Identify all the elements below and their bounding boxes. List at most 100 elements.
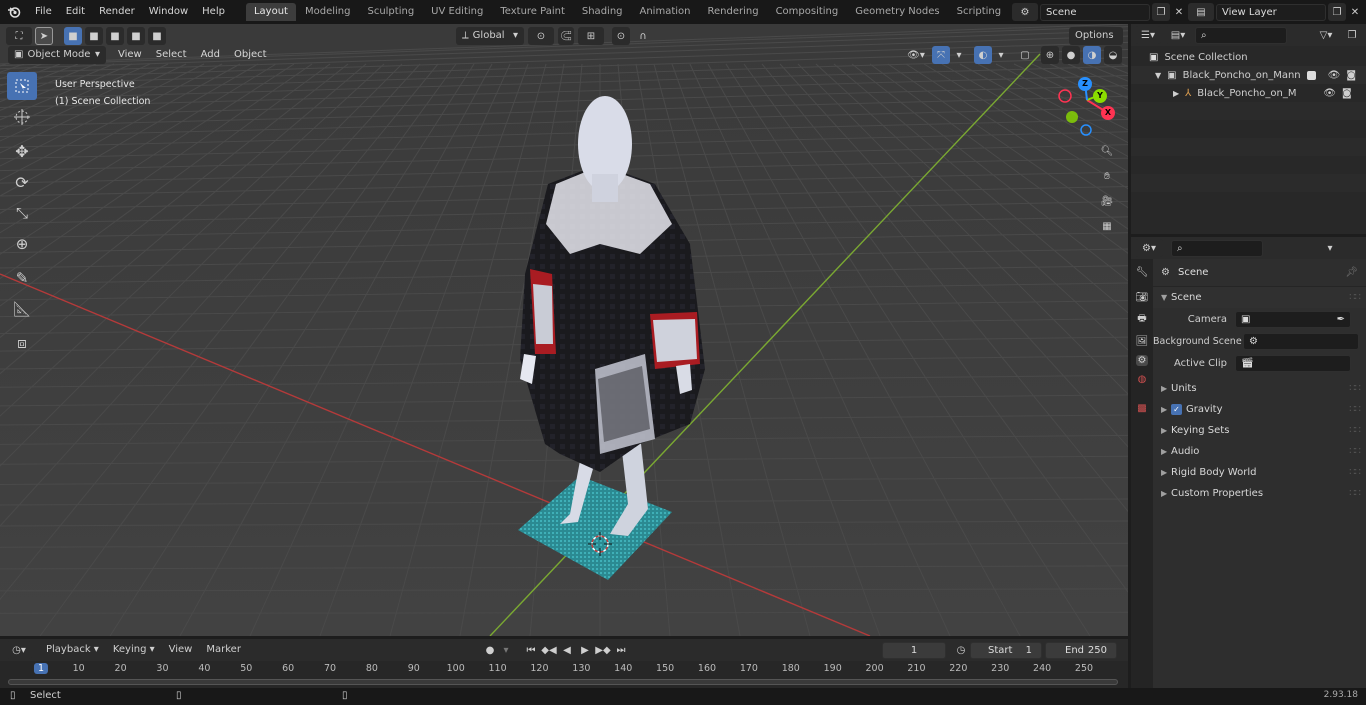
tab-modeling[interactable]: Modeling — [297, 3, 359, 21]
timeline-scrollbar[interactable] — [8, 679, 1118, 685]
jump-end-icon[interactable]: ⏭ — [612, 641, 630, 659]
blender-logo-icon[interactable] — [0, 5, 28, 19]
output-tab-icon[interactable]: 🖶 — [1137, 311, 1146, 328]
rendered-shading-icon[interactable]: ◒ — [1104, 46, 1122, 64]
active-clip-field[interactable]: 🎬︎ — [1235, 354, 1351, 372]
mode-subtract-icon[interactable]: ■ — [106, 27, 124, 45]
outliner-search-input[interactable]: ⌕ — [1195, 26, 1287, 44]
timeline-menu-view[interactable]: View — [163, 641, 199, 659]
tab-layout[interactable]: Layout — [245, 3, 296, 21]
render-camera-icon[interactable]: ◙ — [1342, 88, 1352, 99]
disclosure-triangle-icon[interactable]: ▼ — [1155, 71, 1161, 80]
start-frame-field[interactable]: Start 1 — [970, 641, 1042, 659]
tab-geometry-nodes[interactable]: Geometry Nodes — [847, 3, 947, 21]
menu-edit[interactable]: Edit — [59, 0, 92, 24]
solid-shading-icon[interactable]: ● — [1062, 46, 1080, 64]
gizmo-toggle-icon[interactable]: ⤧ — [932, 46, 950, 64]
annotate-tool-icon[interactable]: ✎ — [7, 264, 37, 292]
timeline-editor-type-icon[interactable]: ◷▾ — [6, 641, 32, 659]
delete-view-layer-icon[interactable]: ✕ — [1346, 3, 1364, 21]
pin-icon[interactable]: 📌︎ — [1345, 267, 1358, 278]
perspective-toggle-icon[interactable]: ▦ — [1098, 217, 1116, 235]
display-mode-icon[interactable]: ▤▾ — [1165, 26, 1191, 44]
timeline-menu-playback[interactable]: Playback ▾ — [40, 641, 105, 659]
timeline-menu-marker[interactable]: Marker — [200, 641, 247, 659]
mode-intersect-icon[interactable]: ■ — [148, 27, 166, 45]
filter-icon[interactable]: ▽▾ — [1313, 26, 1339, 44]
panel-gravity[interactable]: ▶ ✓ Gravity ∷∷ — [1153, 399, 1366, 420]
render-tab-icon[interactable]: 📷︎ — [1136, 292, 1149, 303]
gizmo-x-label[interactable]: X — [1101, 106, 1115, 120]
options-dropdown[interactable]: Options ▾ — [1069, 27, 1123, 59]
editor-type-icon[interactable]: ⛶ — [6, 27, 32, 45]
menu-file[interactable]: File — [28, 0, 59, 24]
background-scene-field[interactable]: ⚙ — [1243, 332, 1359, 350]
viewport-menu-add[interactable]: Add — [195, 46, 226, 64]
properties-options-icon[interactable]: ▾ — [1321, 239, 1339, 257]
scene-panel-header[interactable]: ▼ Scene ∷∷ — [1153, 287, 1366, 308]
pivot-point-icon[interactable]: ⊙ — [528, 27, 554, 45]
next-keyframe-icon[interactable]: ▶◆ — [594, 641, 612, 659]
properties-search-input[interactable]: ⌕ — [1171, 239, 1263, 257]
eyedropper-icon[interactable]: ✒ — [1337, 312, 1345, 327]
view-layer-field[interactable]: View Layer — [1216, 3, 1326, 21]
scale-tool-icon[interactable]: ⤡ — [7, 199, 37, 227]
mode-invert-icon[interactable]: ■ — [127, 27, 145, 45]
world-tab-icon[interactable]: ◍ — [1138, 374, 1147, 385]
mode-new-icon[interactable]: ■ — [64, 27, 82, 45]
tab-shading[interactable]: Shading — [574, 3, 631, 21]
eye-icon[interactable]: 👁︎ — [1323, 88, 1336, 99]
exclude-checkbox-icon[interactable] — [1306, 70, 1316, 80]
preview-range-icon[interactable]: ◷ — [952, 641, 970, 659]
snap-toggle-icon[interactable]: 🧲︎ — [558, 27, 574, 45]
panel-keying-sets[interactable]: ▶ Keying Sets ∷∷ — [1153, 420, 1366, 441]
viewport-menu-select[interactable]: Select — [150, 46, 193, 64]
properties-editor-type-icon[interactable]: ⚙▾ — [1135, 239, 1163, 257]
zoom-icon[interactable]: 🔍︎ — [1098, 142, 1116, 160]
overlay-toggle-icon[interactable]: ◐ — [974, 46, 992, 64]
view-layer-tab-icon[interactable]: 🖼︎ — [1136, 336, 1149, 347]
prev-keyframe-icon[interactable]: ◆◀ — [540, 641, 558, 659]
menu-render[interactable]: Render — [92, 0, 142, 24]
auto-keying-icon[interactable]: ● — [481, 641, 499, 659]
overlay-dropdown-icon[interactable]: ▾ — [995, 46, 1007, 64]
tool-tab-icon[interactable]: 🔧︎ — [1136, 267, 1149, 278]
play-reverse-icon[interactable]: ◀ — [558, 641, 576, 659]
keying-dropdown-icon[interactable]: ▾ — [500, 641, 512, 659]
disclosure-triangle-icon[interactable]: ▶ — [1173, 89, 1179, 98]
panel-audio[interactable]: ▶ Audio ∷∷ — [1153, 441, 1366, 462]
frame-ruler[interactable]: 1 10 20 30 40 50 60 70 80 90 100 110 120 130 140 150 160… — [0, 661, 1128, 677]
outliner-row-scene-collection[interactable]: ▣ Scene Collection — [1131, 48, 1366, 66]
viewport-menu-object[interactable]: Object — [228, 46, 273, 64]
scene-field[interactable]: Scene — [1040, 3, 1150, 21]
pan-hand-icon[interactable]: ✋︎ — [1098, 167, 1116, 185]
shading-dropdown-icon[interactable]: ▾ — [1125, 46, 1128, 64]
measure-tool-icon[interactable]: 📐︎ — [7, 295, 37, 323]
xray-toggle-icon[interactable]: ▢ — [1016, 46, 1034, 64]
new-scene-icon[interactable]: ❐ — [1152, 3, 1170, 21]
jump-start-icon[interactable]: ⏮ — [522, 641, 540, 659]
menu-window[interactable]: Window — [142, 0, 195, 24]
gizmo-z-label[interactable]: Z — [1078, 77, 1092, 91]
outliner-row-object[interactable]: ▶ ⅄ Black_Poncho_on_Manne 👁︎ ◙ — [1131, 84, 1366, 102]
tab-uv-editing[interactable]: UV Editing — [423, 3, 491, 21]
render-camera-icon[interactable]: ◙ — [1346, 70, 1356, 81]
panel-custom-properties[interactable]: ▶ Custom Properties ∷∷ — [1153, 483, 1366, 504]
tab-rendering[interactable]: Rendering — [699, 3, 766, 21]
gravity-checkbox[interactable]: ✓ — [1171, 404, 1182, 415]
scene-tab-icon[interactable]: ⚙ — [1135, 355, 1149, 366]
panel-units[interactable]: ▶ Units ∷∷ — [1153, 378, 1366, 399]
view-layer-browse-icon[interactable]: ▤ — [1188, 3, 1214, 21]
visibility-dropdown-icon[interactable]: 👁︎▾ — [903, 46, 929, 64]
current-frame-field[interactable]: 1 — [882, 641, 946, 659]
transform-orientation-dropdown[interactable]: ⟂ Global ▾ — [456, 27, 524, 45]
end-frame-field[interactable]: End 250 — [1045, 641, 1117, 659]
wireframe-shading-icon[interactable]: ⊕ — [1041, 46, 1059, 64]
add-cube-tool-icon[interactable]: ⧈ — [7, 329, 37, 357]
outliner-row-collection[interactable]: ▼ ▣ Black_Poncho_on_Mannequin 👁︎ ◙ — [1131, 66, 1366, 84]
scene-browse-icon[interactable]: ⚙ — [1012, 3, 1038, 21]
transform-tool-icon[interactable]: ⊕ — [7, 230, 37, 258]
camera-field[interactable]: ▣ ✒ — [1235, 310, 1351, 328]
timeline-menu-keying[interactable]: Keying ▾ — [107, 641, 161, 659]
proportional-edit-icon[interactable]: ⊙ — [612, 27, 630, 45]
